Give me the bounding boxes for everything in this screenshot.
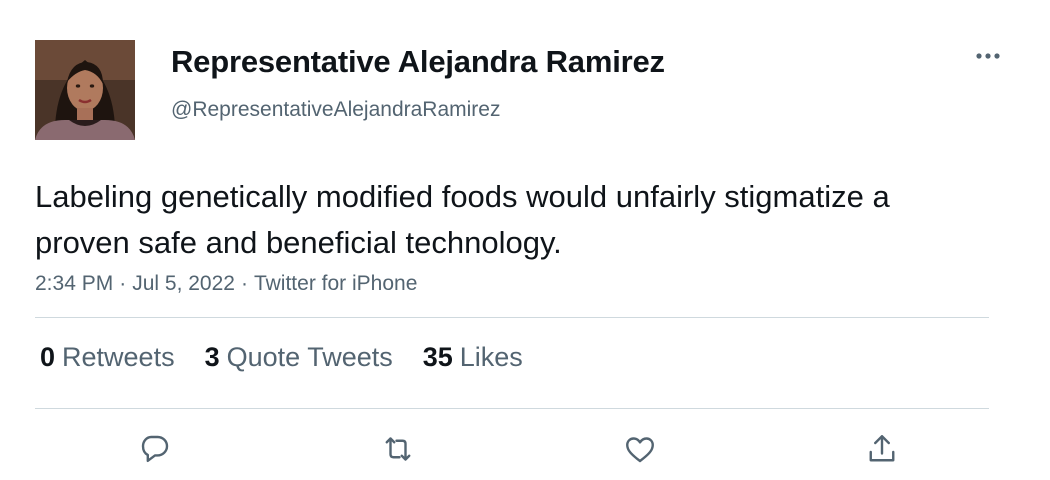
avatar[interactable] xyxy=(35,40,135,140)
tweet-time[interactable]: 2:34 PM xyxy=(35,272,113,295)
share-icon xyxy=(869,435,895,462)
tweet-date[interactable]: Jul 5, 2022 xyxy=(132,272,235,295)
tweet-metadata: 2:34 PM · Jul 5, 2022 · Twitter for iPhone xyxy=(35,272,417,296)
retweet-icon xyxy=(385,437,411,461)
likes-stat[interactable]: 35 Likes xyxy=(423,342,523,373)
divider xyxy=(35,408,989,409)
like-button[interactable] xyxy=(620,429,660,469)
share-button[interactable] xyxy=(862,429,902,469)
more-options-button[interactable] xyxy=(968,44,1008,68)
retweets-stat[interactable]: 0 Retweets xyxy=(40,342,175,373)
meta-separator: · xyxy=(240,272,248,295)
avatar-photo xyxy=(35,40,135,140)
reply-icon xyxy=(141,435,169,463)
likes-count: 35 xyxy=(422,342,453,372)
like-icon xyxy=(626,437,654,463)
divider xyxy=(35,317,989,318)
engagement-stats: 0 Retweets 3 Quote Tweets 35 Likes xyxy=(40,342,523,373)
quote-tweets-label: Quote Tweets xyxy=(226,342,393,372)
retweets-count: 0 xyxy=(40,342,56,372)
retweet-button[interactable] xyxy=(378,429,418,469)
likes-label: Likes xyxy=(459,342,523,372)
quote-tweets-stat[interactable]: 3 Quote Tweets xyxy=(205,342,393,373)
more-dots-icon xyxy=(976,53,1000,59)
reply-button[interactable] xyxy=(135,429,175,469)
quote-tweets-count: 3 xyxy=(204,342,220,372)
tweet-text: Labeling genetically modified foods woul… xyxy=(35,179,890,260)
retweets-label: Retweets xyxy=(62,342,175,372)
meta-separator: · xyxy=(119,272,127,295)
tweet-source[interactable]: Twitter for iPhone xyxy=(254,272,417,295)
author-display-name[interactable]: Representative Alejandra Ramirez xyxy=(171,44,665,80)
author-handle[interactable]: @RepresentativeAlejandraRamirez xyxy=(171,98,500,122)
